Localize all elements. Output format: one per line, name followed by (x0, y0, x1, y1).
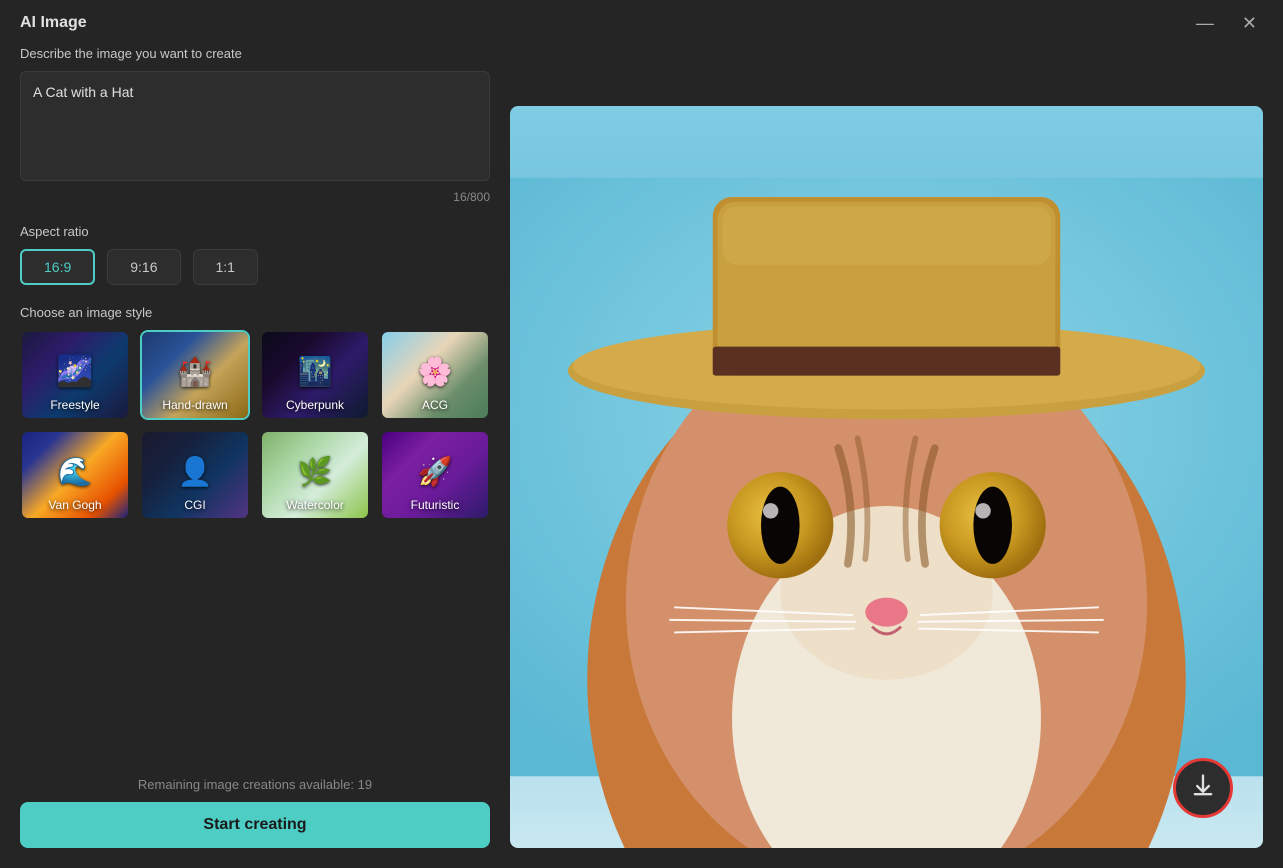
style-handdrawn-label: Hand-drawn (142, 398, 248, 412)
left-panel: Describe the image you want to create A … (20, 46, 490, 848)
style-card-cyberpunk[interactable]: Cyberpunk (260, 330, 370, 420)
style-futuristic-bg: Futuristic (382, 432, 488, 518)
style-futuristic-label: Futuristic (382, 498, 488, 512)
app-window: AI Image — ✕ Describe the image you want… (0, 0, 1283, 868)
char-count: 16/800 (20, 190, 490, 204)
cat-illustration (510, 106, 1263, 848)
aspect-16-9-button[interactable]: 16:9 (20, 249, 95, 285)
style-handdrawn-bg: Hand-drawn (142, 332, 248, 418)
style-card-futuristic[interactable]: Futuristic (380, 430, 490, 520)
style-freestyle-label: Freestyle (22, 398, 128, 412)
style-vangogh-bg: Van Gogh (22, 432, 128, 518)
style-card-handdrawn[interactable]: Hand-drawn (140, 330, 250, 420)
close-button[interactable]: ✕ (1236, 12, 1263, 34)
prompt-section: Describe the image you want to create A … (20, 46, 490, 204)
bottom-section: Remaining image creations available: 19 … (20, 777, 490, 848)
aspect-ratio-label: Aspect ratio (20, 224, 490, 239)
right-panel (510, 46, 1263, 848)
aspect-ratio-buttons: 16:9 9:16 1:1 (20, 249, 490, 285)
style-card-cgi[interactable]: CGI (140, 430, 250, 520)
aspect-ratio-section: Aspect ratio 16:9 9:16 1:1 (20, 224, 490, 285)
style-watercolor-bg: Watercolor (262, 432, 368, 518)
minimize-button[interactable]: — (1190, 12, 1220, 34)
style-cyberpunk-bg: Cyberpunk (262, 332, 368, 418)
prompt-textarea[interactable]: A Cat with a Hat (20, 71, 490, 181)
style-cgi-bg: CGI (142, 432, 248, 518)
window-controls: — ✕ (1190, 12, 1263, 34)
style-card-freestyle[interactable]: Freestyle (20, 330, 130, 420)
remaining-text: Remaining image creations available: 19 (20, 777, 490, 792)
style-card-vangogh[interactable]: Van Gogh (20, 430, 130, 520)
prompt-label: Describe the image you want to create (20, 46, 490, 61)
cat-image-container (510, 106, 1263, 848)
download-icon (1189, 772, 1217, 805)
main-content: Describe the image you want to create A … (0, 46, 1283, 868)
style-acg-label: ACG (382, 398, 488, 412)
style-vangogh-label: Van Gogh (22, 498, 128, 512)
style-cgi-label: CGI (142, 498, 248, 512)
style-acg-bg: ACG (382, 332, 488, 418)
window-title: AI Image (20, 14, 87, 32)
aspect-1-1-button[interactable]: 1:1 (193, 249, 258, 285)
style-card-acg[interactable]: ACG (380, 330, 490, 420)
style-freestyle-bg: Freestyle (22, 332, 128, 418)
aspect-9-16-button[interactable]: 9:16 (107, 249, 180, 285)
style-label: Choose an image style (20, 305, 490, 320)
top-spacer (510, 46, 1263, 106)
style-card-watercolor[interactable]: Watercolor (260, 430, 370, 520)
download-button[interactable] (1173, 758, 1233, 818)
generated-image-area (510, 106, 1263, 848)
style-cyberpunk-label: Cyberpunk (262, 398, 368, 412)
style-section: Choose an image style Freestyle Hand-dra… (20, 305, 490, 520)
start-creating-button[interactable]: Start creating (20, 802, 490, 848)
style-watercolor-label: Watercolor (262, 498, 368, 512)
title-bar: AI Image — ✕ (0, 0, 1283, 46)
style-grid: Freestyle Hand-drawn Cyberpunk (20, 330, 490, 520)
